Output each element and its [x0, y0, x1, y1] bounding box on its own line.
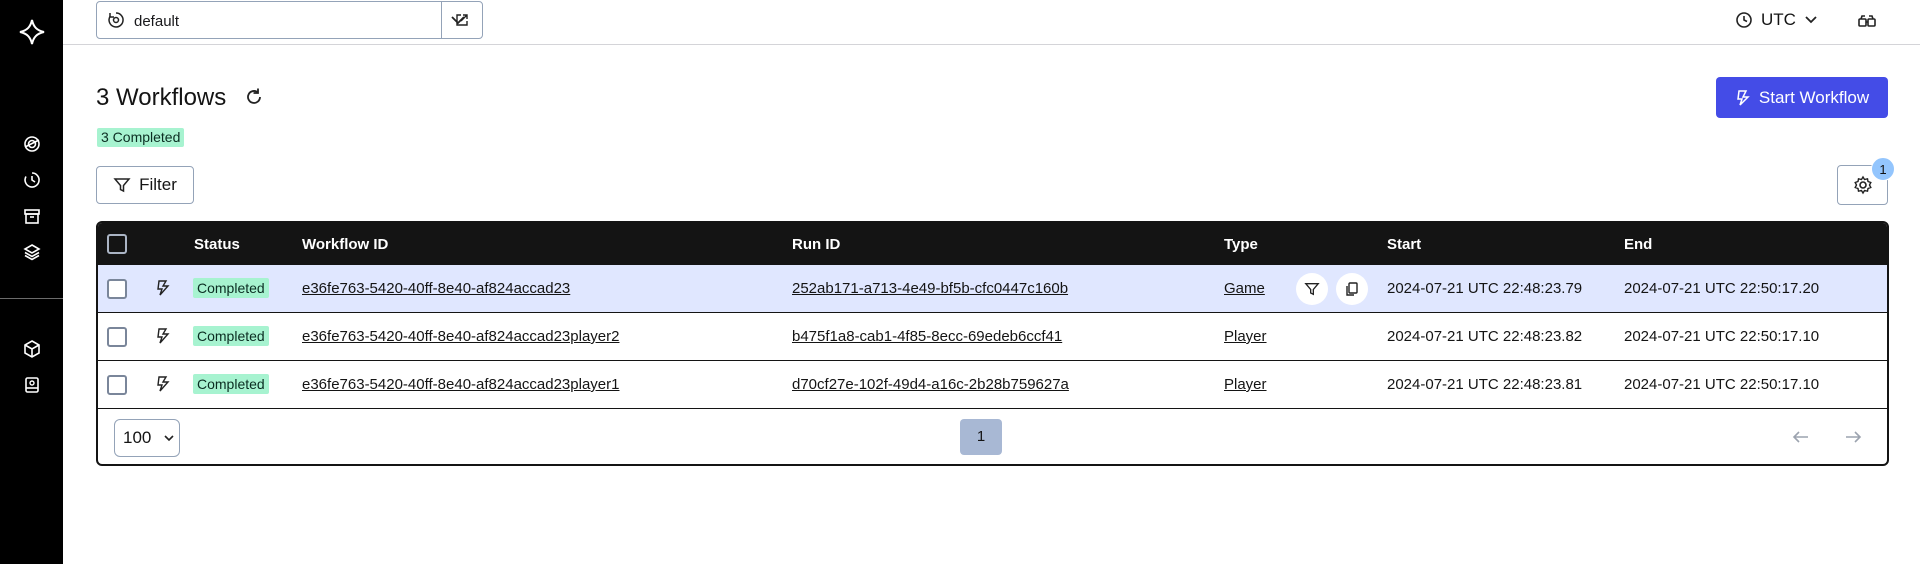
filter-label: Filter: [139, 175, 177, 194]
gear-icon: [1853, 175, 1872, 195]
book-icon[interactable]: [22, 375, 42, 395]
timezone-value: UTC: [1761, 10, 1796, 29]
namespace-dropdown[interactable]: default: [97, 2, 465, 38]
type-link[interactable]: Game: [1224, 280, 1265, 297]
header-run-id[interactable]: Run ID: [792, 236, 840, 253]
start-workflow-button[interactable]: Start Workflow: [1716, 77, 1888, 118]
start-time: 2024-07-21 UTC 22:48:23.79: [1387, 280, 1583, 297]
page-number-button[interactable]: 1: [960, 419, 1002, 455]
filter-icon: [113, 178, 131, 193]
run-id-link[interactable]: 252ab171-a713-4e49-bf5b-cfc0447c160b: [792, 280, 1068, 297]
copy-button[interactable]: [1336, 273, 1368, 305]
archive-icon[interactable]: [22, 206, 42, 226]
refresh-icon[interactable]: [243, 86, 265, 108]
lightning-icon: [1737, 89, 1750, 106]
filter-button[interactable]: Filter: [96, 166, 194, 204]
workflows-table: Status Workflow ID Run ID Type Start End…: [96, 221, 1889, 466]
data-encoder-icon[interactable]: [1856, 11, 1878, 33]
copy-icon: [1346, 282, 1358, 296]
temporal-logo-icon[interactable]: [19, 19, 45, 45]
workflows-icon[interactable]: [22, 134, 42, 154]
filter-icon: [1304, 283, 1320, 296]
filter-by-type-button[interactable]: [1296, 273, 1328, 305]
app: default UTC 3 Workflows Start Workflow 3…: [0, 0, 1920, 564]
row-checkbox[interactable]: [107, 279, 127, 299]
start-time: 2024-07-21 UTC 22:48:23.82: [1387, 328, 1583, 345]
end-time: 2024-07-21 UTC 22:50:17.10: [1624, 376, 1820, 393]
end-time: 2024-07-21 UTC 22:50:17.10: [1624, 328, 1820, 345]
chevron-down-icon: [164, 435, 174, 442]
namespace-icon: [108, 12, 124, 28]
select-all-checkbox[interactable]: [107, 234, 127, 254]
end-time: 2024-07-21 UTC 22:50:17.20: [1624, 280, 1820, 297]
page-size-select[interactable]: 100: [114, 419, 180, 457]
page-size-value: 100: [123, 428, 152, 447]
start-time: 2024-07-21 UTC 22:48:23.81: [1387, 376, 1583, 393]
lightning-icon: [157, 328, 170, 344]
namespace-select: default: [96, 1, 483, 39]
timezone-select[interactable]: UTC: [1735, 10, 1818, 30]
chevron-down-icon: [451, 16, 465, 25]
schedules-icon[interactable]: [22, 170, 42, 190]
type-link[interactable]: Player: [1224, 328, 1267, 345]
status-badge: Completed: [193, 278, 269, 298]
lightning-icon: [157, 280, 170, 296]
row-checkbox[interactable]: [107, 375, 127, 395]
workflow-id-link[interactable]: e36fe763-5420-40ff-8e40-af824accad23: [302, 280, 570, 297]
header-status[interactable]: Status: [194, 236, 240, 253]
settings-count-badge: 1: [1871, 157, 1895, 181]
workflow-id-link[interactable]: e36fe763-5420-40ff-8e40-af824accad23play…: [302, 376, 619, 393]
table-row[interactable]: Completed e36fe763-5420-40ff-8e40-af824a…: [98, 313, 1887, 361]
status-badge: Completed: [193, 326, 269, 346]
start-workflow-label: Start Workflow: [1758, 87, 1870, 107]
namespace-value: default: [134, 13, 180, 30]
lightning-icon: [157, 376, 170, 392]
table-header: Status Workflow ID Run ID Type Start End: [98, 223, 1887, 265]
sidebar: [0, 0, 63, 564]
sidebar-divider: [0, 298, 63, 299]
layers-icon[interactable]: [22, 242, 42, 262]
row-checkbox[interactable]: [107, 327, 127, 347]
arrow-right-icon[interactable]: [1842, 426, 1864, 448]
header-type[interactable]: Type: [1224, 236, 1258, 253]
pagination: 100 1: [98, 409, 1887, 464]
header-start[interactable]: Start: [1387, 236, 1421, 253]
table-row[interactable]: Completed e36fe763-5420-40ff-8e40-af824a…: [98, 361, 1887, 409]
table-row[interactable]: Completed e36fe763-5420-40ff-8e40-af824a…: [98, 265, 1887, 313]
chevron-down-icon: [1805, 16, 1817, 24]
type-link[interactable]: Player: [1224, 376, 1267, 393]
run-id-link[interactable]: b475f1a8-cab1-4f85-8ecc-69edeb6ccf41: [792, 328, 1062, 345]
page-title: 3 Workflows: [96, 84, 227, 111]
clock-icon: [1736, 12, 1752, 28]
top-bar: default UTC: [63, 0, 1920, 45]
status-badge: Completed: [193, 374, 269, 394]
completed-count-badge[interactable]: 3 Completed: [97, 128, 185, 147]
cube-icon[interactable]: [22, 339, 42, 359]
header-workflow-id[interactable]: Workflow ID: [302, 236, 388, 253]
header-end[interactable]: End: [1624, 236, 1652, 253]
run-id-link[interactable]: d70cf27e-102f-49d4-a16c-2b28b759627a: [792, 376, 1069, 393]
workflow-id-link[interactable]: e36fe763-5420-40ff-8e40-af824accad23play…: [302, 328, 619, 345]
arrow-left-icon[interactable]: [1790, 426, 1812, 448]
